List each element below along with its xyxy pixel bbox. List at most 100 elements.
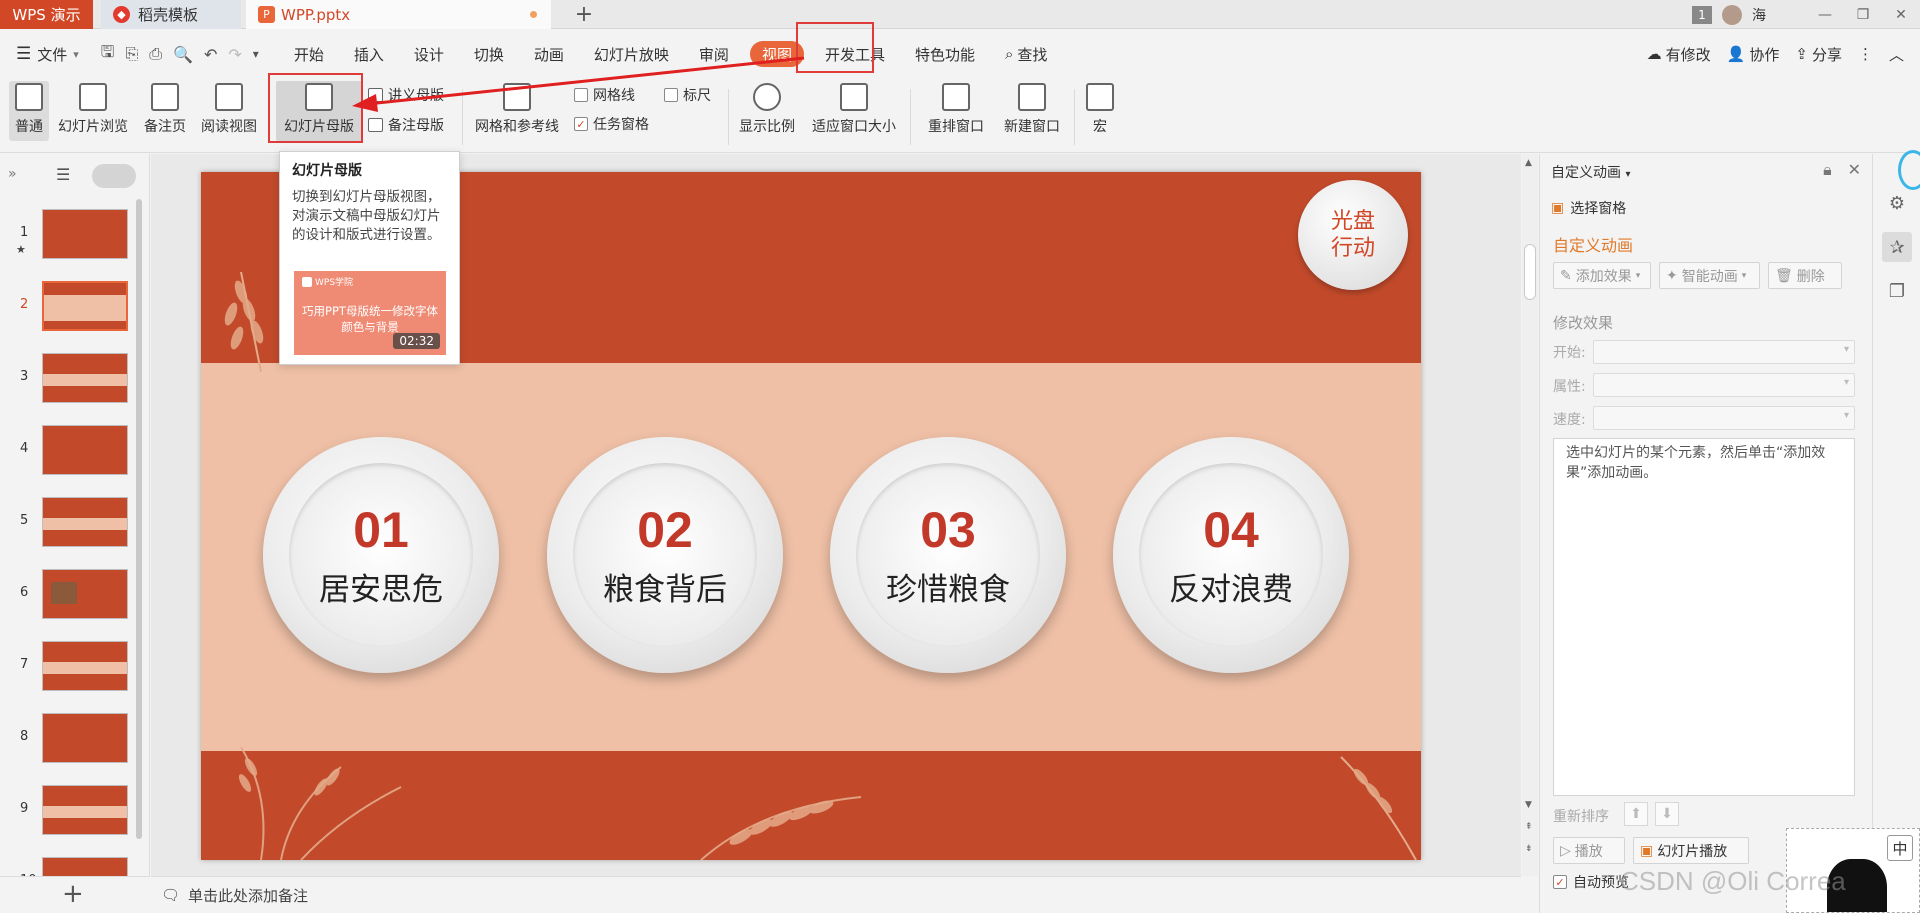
menu-slideshow[interactable]: 幻灯片放映 bbox=[579, 39, 684, 69]
lock-icon[interactable]: 🔒︎ bbox=[1823, 160, 1832, 180]
move-up-icon[interactable]: ⬆ bbox=[1624, 802, 1648, 826]
reading-view-button[interactable]: 阅读视图 bbox=[198, 81, 260, 136]
handout-master-button[interactable]: 讲义母版 bbox=[368, 85, 444, 105]
play-button[interactable]: ▷ 播放 bbox=[1553, 837, 1625, 864]
animation-icon[interactable]: ✰ bbox=[1882, 232, 1912, 262]
restore-icon[interactable]: ❐ bbox=[1844, 0, 1882, 29]
close-pane-icon[interactable]: ✕ bbox=[1848, 160, 1861, 180]
slide-thumbnail-image bbox=[42, 713, 128, 763]
prev-slide-icon[interactable]: ⇞ bbox=[1525, 822, 1533, 832]
comments-icon[interactable]: ❐ bbox=[1882, 276, 1912, 306]
slide-thumbnail[interactable]: 2 bbox=[0, 281, 140, 335]
slide-thumbnail[interactable]: 6 bbox=[0, 569, 140, 623]
new-tab-button[interactable]: + bbox=[570, 0, 598, 29]
gridlines-checkbox[interactable]: 网格线 bbox=[574, 85, 635, 105]
menu-transitions[interactable]: 切换 bbox=[459, 39, 519, 69]
menu-home[interactable]: 开始 bbox=[279, 39, 339, 69]
normal-view-icon bbox=[15, 83, 43, 111]
add-slide-icon[interactable]: + bbox=[62, 879, 84, 909]
share-button[interactable]: ⇪ 分享 bbox=[1795, 44, 1842, 65]
ime-indicator[interactable]: 中 bbox=[1887, 835, 1913, 861]
menu-design[interactable]: 设计 bbox=[399, 39, 459, 69]
slide-thumbnail[interactable]: 9 bbox=[0, 785, 140, 839]
slide-thumbnail[interactable]: 3 bbox=[0, 353, 140, 407]
notes-page-button[interactable]: 备注页 bbox=[140, 81, 190, 136]
select-pane-button[interactable]: ▣ 选择窗格 bbox=[1551, 198, 1626, 218]
menu-animations[interactable]: 动画 bbox=[519, 39, 579, 69]
expand-panel-icon[interactable]: » bbox=[8, 166, 17, 182]
scroll-thumb[interactable] bbox=[1524, 244, 1536, 300]
window-count-badge[interactable]: 1 bbox=[1692, 5, 1712, 24]
animation-list[interactable]: 选中幻灯片的某个元素，然后单击“添加效果”添加动画。 bbox=[1553, 438, 1855, 796]
file-menu[interactable]: ☰ 文件 ▾ bbox=[16, 44, 79, 65]
print-preview-icon[interactable]: 🔍 bbox=[173, 45, 193, 64]
format-painter-icon[interactable]: ⎘ bbox=[125, 44, 138, 64]
auto-preview-checkbox[interactable]: ✓ 自动预览 bbox=[1553, 872, 1629, 892]
close-icon[interactable]: ✕ bbox=[1882, 0, 1920, 29]
add-effect-label: 添加效果 bbox=[1575, 268, 1632, 285]
tab-wps-presentation[interactable]: WPS 演示 bbox=[0, 0, 93, 29]
collab-button[interactable]: 👤 协作 bbox=[1727, 44, 1780, 65]
menu-review[interactable]: 审阅 bbox=[684, 39, 744, 69]
slide-thumbnail[interactable]: 1 ★ bbox=[0, 209, 140, 263]
new-window-button[interactable]: 新建窗口 bbox=[1000, 81, 1064, 136]
notes-bar[interactable]: 🗨 单击此处添加备注 bbox=[151, 876, 1521, 913]
book-icon bbox=[215, 83, 243, 111]
ruler-checkbox[interactable]: 标尺 bbox=[664, 85, 711, 105]
assistant-bubble[interactable] bbox=[1898, 150, 1920, 190]
thumbnail-view-icon[interactable] bbox=[92, 164, 136, 188]
rearrange-window-icon bbox=[942, 83, 970, 111]
plate-number: 03 bbox=[920, 501, 976, 558]
slide-thumbnail[interactable]: 4 bbox=[0, 425, 140, 479]
outline-view-icon[interactable]: ☰ bbox=[56, 165, 70, 184]
slide-thumbnail[interactable]: 5 bbox=[0, 497, 140, 551]
tab-docer-templates[interactable]: ◆ 稻壳模板 bbox=[101, 0, 241, 29]
collapse-ribbon-icon[interactable]: ︿ bbox=[1889, 44, 1904, 65]
task-pane-checkbox[interactable]: ✓ 任务窗格 bbox=[574, 114, 649, 134]
save-icon[interactable]: 🖫 bbox=[101, 41, 115, 68]
menu-special[interactable]: 特色功能 bbox=[900, 39, 990, 69]
slide-vertical-scrollbar[interactable]: ▲ ▼ ⇞ ⇟ bbox=[1522, 154, 1538, 876]
minimize-icon[interactable]: — bbox=[1806, 0, 1844, 29]
scroll-up-icon[interactable]: ▲ bbox=[1525, 158, 1532, 168]
wps-academy-logo: WPS学院 bbox=[302, 275, 353, 288]
scroll-down-icon[interactable]: ▼ bbox=[1525, 800, 1532, 810]
speed-select[interactable] bbox=[1593, 406, 1855, 430]
customize-chevron-icon[interactable]: ▾ bbox=[253, 47, 259, 61]
normal-view-button[interactable]: 普通 bbox=[9, 81, 49, 141]
property-select[interactable] bbox=[1593, 373, 1855, 397]
next-slide-icon[interactable]: ⇟ bbox=[1525, 844, 1533, 854]
zoom-button[interactable]: 显示比例 bbox=[735, 81, 799, 136]
thumbnail-scrollbar[interactable] bbox=[136, 199, 142, 839]
undo-icon[interactable]: ↶ bbox=[204, 45, 217, 64]
delete-button[interactable]: 🗑︎ 删除 bbox=[1768, 262, 1842, 289]
slide-thumbnail[interactable]: 7 bbox=[0, 641, 140, 695]
slideshow-button[interactable]: ▣ 幻灯片播放 bbox=[1633, 837, 1749, 864]
changes-button[interactable]: ☁ 有修改 bbox=[1647, 44, 1711, 65]
notes-master-button[interactable]: 备注母版 bbox=[368, 115, 444, 135]
add-effect-button[interactable]: ✎ 添加效果 ▾ bbox=[1553, 262, 1651, 289]
avatar[interactable] bbox=[1722, 4, 1742, 25]
rearrange-window-button[interactable]: 重排窗口 bbox=[918, 81, 994, 136]
tab-document[interactable]: P WPP.pptx bbox=[246, 0, 551, 29]
properties-icon[interactable]: ⚙ bbox=[1882, 188, 1912, 218]
macro-button[interactable]: 宏 bbox=[1082, 81, 1118, 136]
search-button[interactable]: ⌕ 查找 bbox=[990, 39, 1062, 69]
slide-thumbnail[interactable]: 8 bbox=[0, 713, 140, 767]
menu-insert[interactable]: 插入 bbox=[339, 39, 399, 69]
user-name[interactable]: 海 bbox=[1752, 5, 1766, 25]
fit-window-button[interactable]: 适应窗口大小 bbox=[806, 81, 902, 136]
pane-title[interactable]: 自定义动画 ▾ bbox=[1551, 162, 1630, 182]
slide-browse-button[interactable]: 幻灯片浏览 bbox=[54, 81, 132, 136]
notes-page-label: 备注页 bbox=[144, 119, 186, 135]
move-down-icon[interactable]: ⬇ bbox=[1655, 802, 1679, 826]
more-icon[interactable]: ⋮ bbox=[1858, 45, 1873, 63]
redo-icon[interactable]: ↷ bbox=[228, 45, 241, 64]
tutorial-video-thumbnail[interactable]: WPS学院 巧用PPT母版统一修改字体颜色与背景 02:32 bbox=[294, 271, 446, 355]
print-icon[interactable]: ⎙ bbox=[149, 44, 162, 64]
grid-guides-button[interactable]: 网格和参考线 bbox=[470, 81, 564, 136]
chevron-down-icon: ▾ bbox=[73, 47, 79, 61]
property-label: 属性: bbox=[1553, 379, 1586, 395]
start-select[interactable] bbox=[1593, 340, 1855, 364]
smart-animation-button[interactable]: ✦ 智能动画 ▾ bbox=[1659, 262, 1760, 289]
